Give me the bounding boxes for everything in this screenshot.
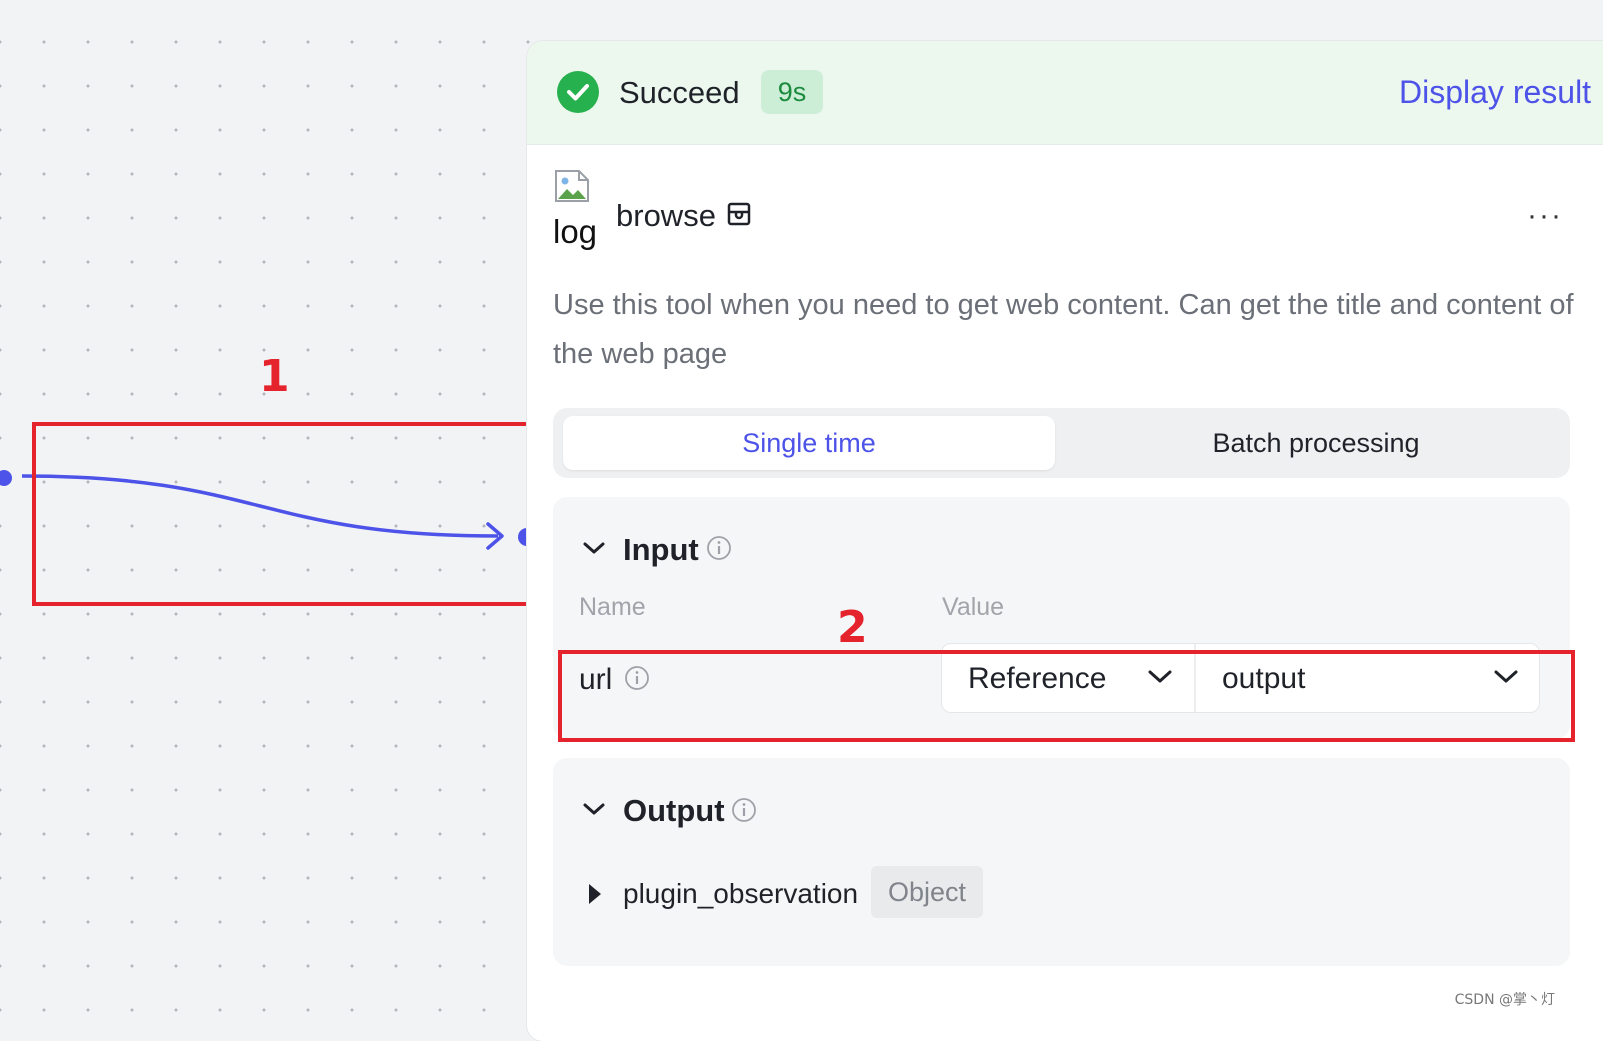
plugin-description: Use this tool when you need to get web c… (553, 289, 1574, 370)
plugin-node-card[interactable]: Succeed 9s Display result log browse ···… (527, 41, 1603, 1041)
column-header-value: Value (942, 593, 1005, 621)
output-section-title: Output (623, 793, 725, 828)
source-port (0, 470, 12, 486)
output-section: Output plugin_observation Object (553, 758, 1570, 966)
chevron-down-icon[interactable] (581, 798, 607, 825)
plugin-logo: log (553, 169, 601, 255)
annotation-number-1: 1 (259, 351, 290, 402)
display-result-link[interactable]: Display result (1399, 74, 1591, 111)
status-bar: Succeed 9s Display result (527, 41, 1603, 145)
output-field-type-tag: Object (871, 866, 983, 918)
info-icon[interactable] (731, 797, 757, 828)
output-field-name: plugin_observation (623, 878, 859, 909)
plugin-title: browse (616, 198, 716, 233)
success-check-icon (557, 71, 599, 113)
annotation-box-1 (32, 422, 531, 606)
broken-image-icon (555, 170, 589, 202)
expand-arrow-icon[interactable] (587, 882, 603, 911)
run-mode-tabs: Single time Batch processing (553, 408, 1570, 478)
input-section-title: Input (623, 532, 699, 567)
annotation-box-2 (558, 650, 1575, 742)
more-options-button[interactable]: ··· (1527, 199, 1563, 233)
logo-alt-text: log (553, 213, 598, 250)
tab-single-time[interactable]: Single time (563, 416, 1055, 470)
tab-batch-processing[interactable]: Batch processing (1071, 416, 1561, 470)
info-icon[interactable] (706, 535, 732, 566)
store-icon (726, 201, 752, 232)
watermark: CSDN @掌丶灯 (1454, 992, 1555, 1008)
chevron-down-icon[interactable] (581, 537, 607, 564)
duration-badge: 9s (761, 70, 823, 114)
annotation-number-2: 2 (837, 602, 868, 653)
column-header-name: Name (579, 593, 646, 621)
status-label: Succeed (619, 75, 740, 110)
